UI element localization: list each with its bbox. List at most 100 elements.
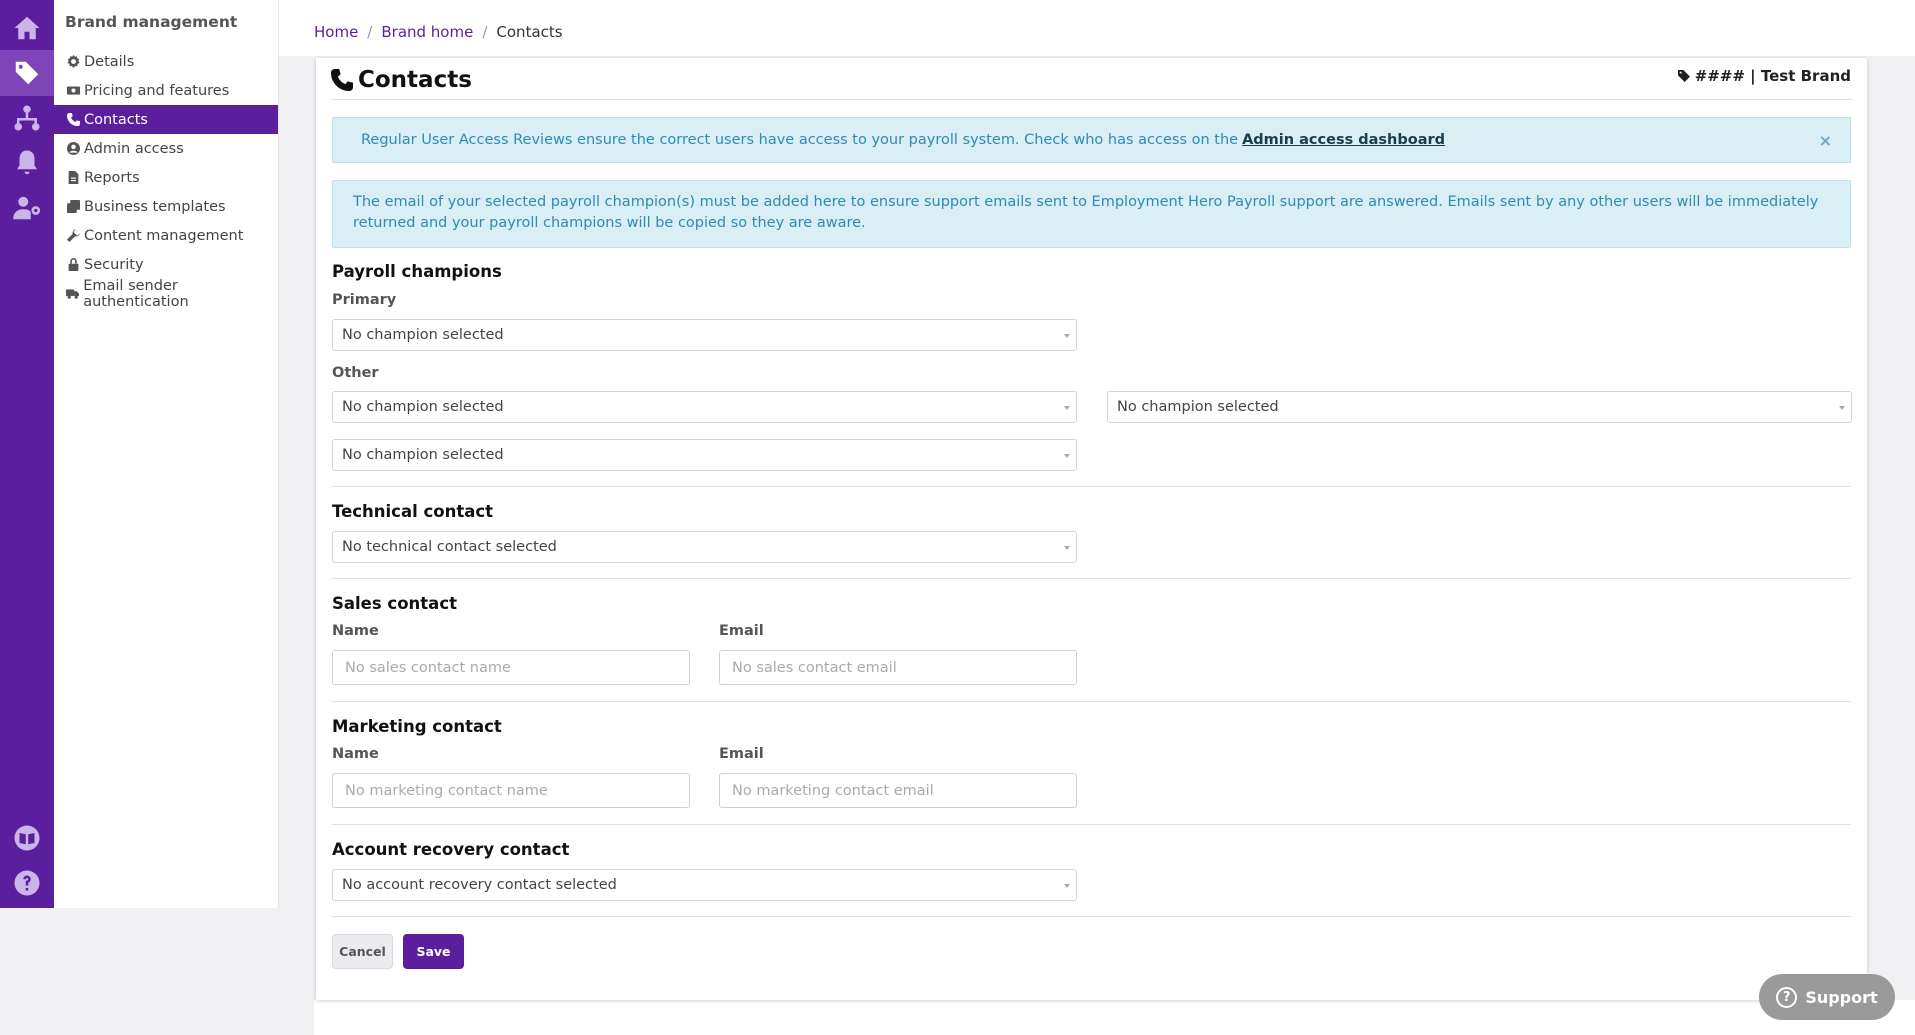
access-review-text: Regular User Access Reviews ensure the c… [361,132,1239,148]
breadcrumb-home-link[interactable]: Home [314,23,358,41]
title-divider [331,99,1852,100]
breadcrumb: Home / Brand home / Contacts [314,23,563,41]
sales-email-label: Email [719,623,764,639]
chevron-down-icon [1064,884,1070,888]
other-label: Other [332,365,379,381]
select-value: No champion selected [342,447,504,463]
contacts-card: Contacts #### | Test Brand Regular User … [316,58,1867,1000]
sidebar-item-label: Email sender authentication [83,277,189,310]
document-icon [68,171,78,184]
close-icon[interactable]: × [1819,131,1832,150]
access-review-alert: Regular User Access Reviews ensure the c… [332,117,1851,163]
sales-email-input[interactable] [719,650,1077,685]
sitemap-icon [14,105,40,131]
breadcrumb-current: Contacts [496,23,563,41]
marketing-email-input[interactable] [719,773,1077,808]
marketing-email-label: Email [719,746,764,762]
page-title-text: Contacts [358,67,472,93]
chevron-down-icon [1064,546,1070,550]
users-cog-icon [13,196,41,220]
account-recovery-select[interactable]: No account recovery contact selected [332,869,1077,901]
sidebar-item-reports[interactable]: Reports [54,163,278,192]
rail-notifications-button[interactable] [0,140,54,186]
user-circle-icon [66,142,80,155]
breadcrumb-separator: / [482,23,488,41]
chevron-down-icon [1839,406,1845,410]
primary-label: Primary [332,292,397,308]
help-icon [14,870,40,896]
other-champion-select-3[interactable]: No champion selected [332,439,1077,471]
admin-access-dashboard-link[interactable]: Admin access dashboard [1242,132,1445,148]
sidebar-item-label: Reports [84,169,140,186]
chevron-down-icon [1064,334,1070,338]
sidebar-title: Brand management [65,13,238,31]
marketing-name-input[interactable] [332,773,690,808]
brand-tag: #### | Test Brand [1676,67,1851,85]
marketing-name-label: Name [332,746,379,762]
tag-icon [15,61,39,85]
support-button[interactable]: ? Support [1759,974,1895,1020]
rail-help-button[interactable] [0,860,54,906]
rail-home-button[interactable] [0,5,54,51]
cancel-button[interactable]: Cancel [332,934,393,969]
technical-contact-title: Technical contact [332,502,494,521]
brand-tag-text: #### | Test Brand [1694,67,1851,85]
select-value: No champion selected [342,327,504,343]
other-champion-select-2[interactable]: No champion selected [1107,391,1852,423]
sidebar-item-content-management[interactable]: Content management [54,221,278,250]
sidebar-item-email-sender-authentication[interactable]: Email sender authentication [54,277,278,310]
help-icon: ? [1776,986,1798,1008]
wrench-icon [66,229,80,242]
sales-name-input[interactable] [332,650,690,685]
sidebar-item-label: Details [84,53,135,70]
rail-brand-button[interactable] [0,50,54,96]
support-label: Support [1805,987,1878,1007]
book-icon [14,825,40,851]
bell-icon [17,150,37,175]
breadcrumb-separator: / [367,23,373,41]
rail-org-button[interactable] [0,95,54,141]
section-divider [332,578,1851,579]
sidebar-item-pricing[interactable]: Pricing and features [54,76,278,105]
sales-name-label: Name [332,623,379,639]
copy-icon [66,200,80,213]
brand-sidebar: Brand management Details Pricing and fea… [54,0,279,908]
section-divider [332,486,1851,487]
tag-icon [1677,70,1690,82]
sidebar-item-label: Security [84,256,144,273]
phone-icon [331,69,353,91]
save-button[interactable]: Save [403,934,464,969]
section-divider [332,701,1851,702]
chevron-down-icon [1064,406,1070,410]
sidebar-item-label: Contacts [84,111,148,128]
sales-contact-title: Sales contact [332,594,457,613]
breadcrumb-brand-home-link[interactable]: Brand home [381,23,473,41]
primary-champion-select[interactable]: No champion selected [332,319,1077,351]
sidebar-item-label: Content management [84,227,244,244]
select-value: No technical contact selected [342,539,557,555]
home-icon [14,16,40,40]
lock-icon [68,258,78,271]
rail-learning-button[interactable] [0,815,54,861]
sidebar-item-label: Pricing and features [84,82,230,99]
sidebar-item-label: Admin access [84,140,184,157]
select-value: No account recovery contact selected [342,877,617,893]
money-icon [66,86,80,95]
sidebar-item-details[interactable]: Details [54,47,278,76]
other-champion-select-1[interactable]: No champion selected [332,391,1077,423]
champion-info-alert: The email of your selected payroll champ… [332,180,1851,248]
sidebar-item-contacts[interactable]: Contacts [54,105,278,134]
sidebar-item-security[interactable]: Security [54,250,278,279]
sidebar-item-business-templates[interactable]: Business templates [54,192,278,221]
champion-info-text: The email of your selected payroll champ… [353,194,1819,231]
select-value: No champion selected [342,399,504,415]
account-recovery-title: Account recovery contact [332,840,570,859]
gear-icon [66,55,80,68]
section-divider [332,824,1851,825]
sidebar-item-label: Business templates [84,198,226,215]
chevron-down-icon [1064,454,1070,458]
technical-contact-select[interactable]: No technical contact selected [332,531,1077,563]
sidebar-item-admin-access[interactable]: Admin access [54,134,278,163]
select-value: No champion selected [1117,399,1279,415]
rail-user-settings-button[interactable] [0,185,54,231]
